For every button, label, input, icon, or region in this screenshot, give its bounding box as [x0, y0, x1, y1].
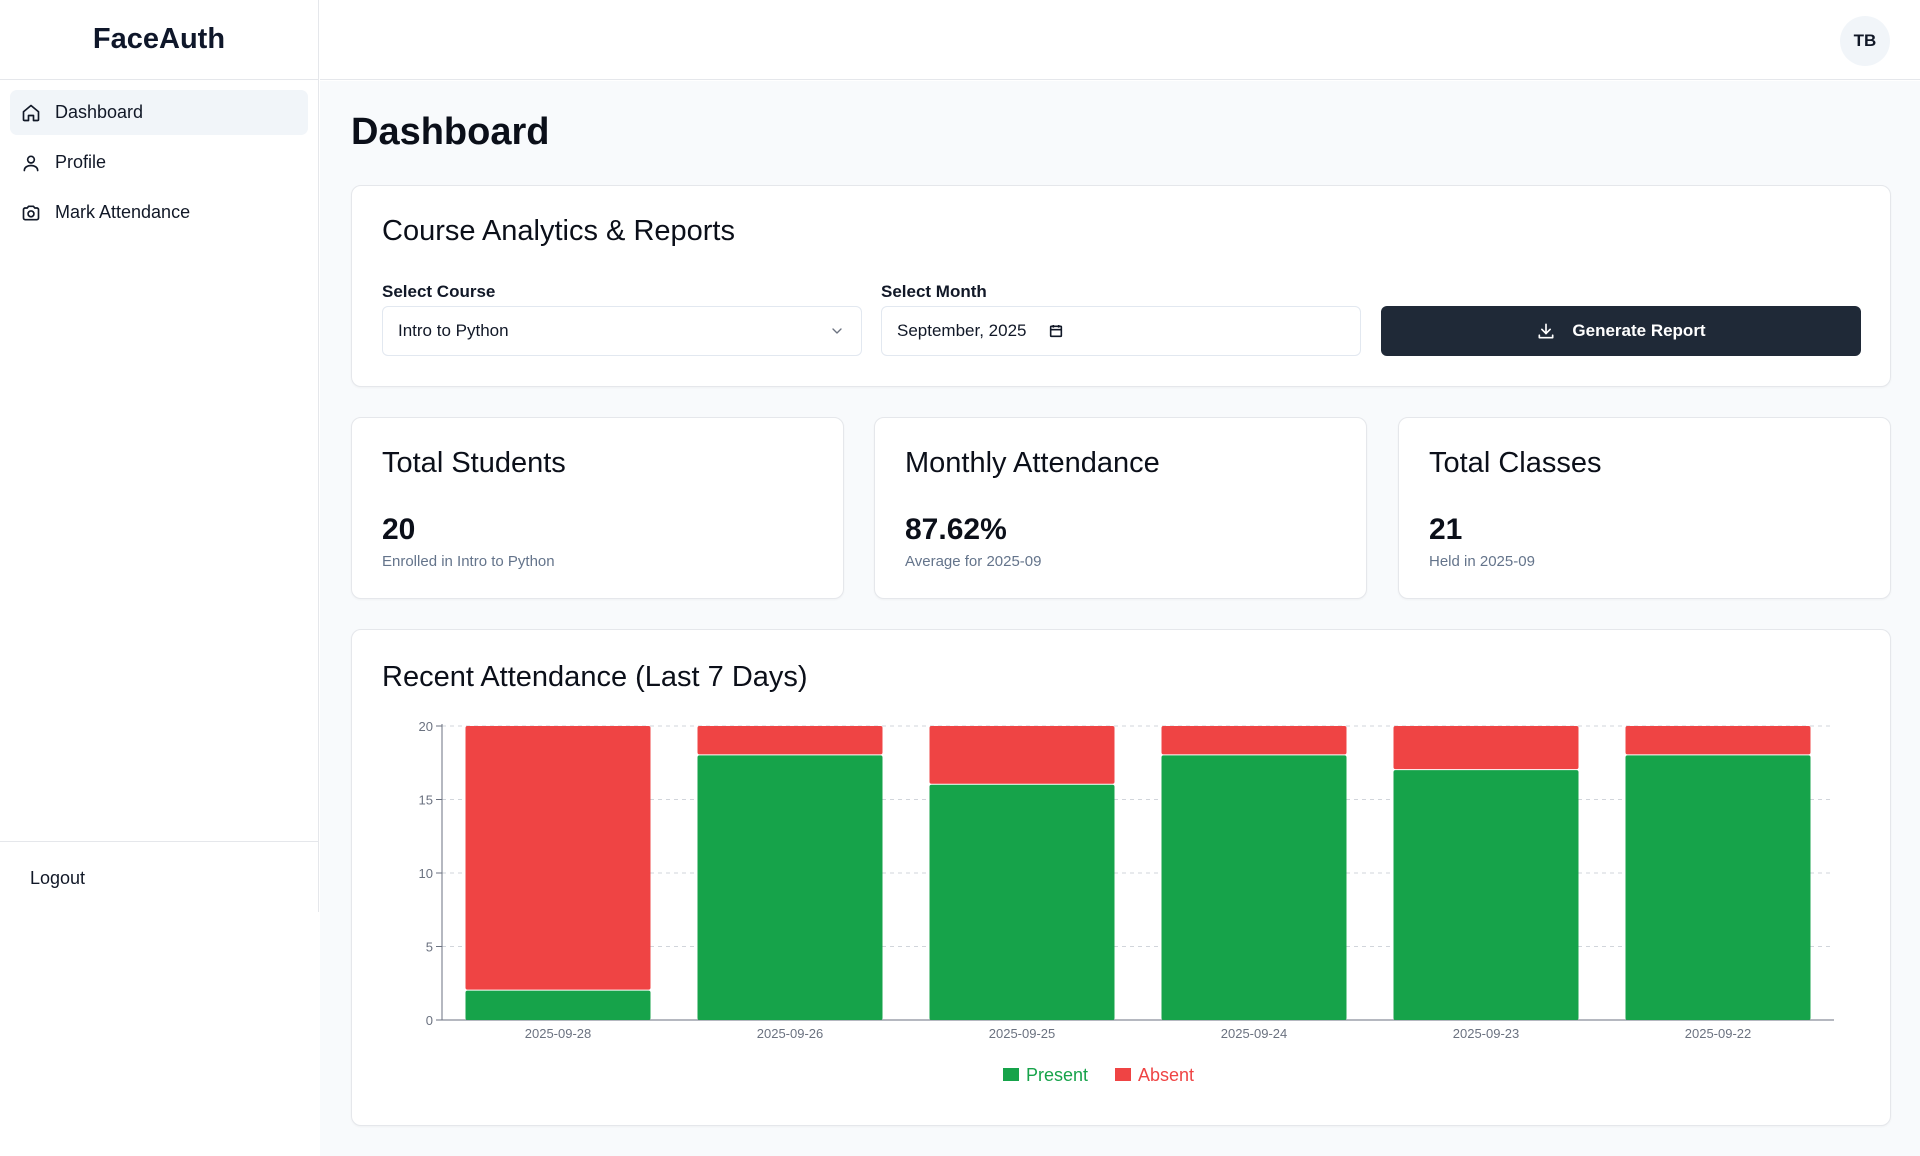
stat-subtext: Enrolled in Intro to Python: [382, 553, 555, 570]
recent-attendance-card: Recent Attendance (Last 7 Days) 0 5 10 15 20…: [351, 629, 1891, 1126]
camera-icon: [22, 205, 40, 220]
x-tick-label: 2025-09-22: [1685, 1026, 1752, 1041]
x-tick-label: 2025-09-25: [989, 1026, 1056, 1041]
filters-title: Course Analytics & Reports: [382, 215, 735, 247]
sidebar: FaceAuth Dashboard Profile Mark Attendan…: [0, 0, 319, 912]
analytics-filters-card: Course Analytics & Reports Select Course…: [351, 185, 1891, 387]
stat-value: 21: [1429, 513, 1463, 546]
sidebar-item-dashboard[interactable]: Dashboard: [10, 90, 308, 135]
chevron-down-icon: [832, 328, 842, 334]
x-tick-label: 2025-09-28: [525, 1026, 592, 1041]
course-label: Select Course: [382, 282, 496, 301]
logout-button[interactable]: Logout: [30, 868, 85, 889]
bar-absent: [465, 726, 651, 990]
stat-subtext: Held in 2025-09: [1429, 553, 1535, 570]
main-content: Dashboard Course Analytics & Reports Sel…: [320, 81, 1920, 1156]
sidebar-item-mark-attendance[interactable]: Mark Attendance: [10, 190, 308, 235]
calendar-icon[interactable]: [1048, 323, 1064, 339]
stat-subtext: Average for 2025-09: [905, 553, 1042, 570]
bar-absent: [1625, 726, 1811, 755]
stat-card-total-classes: Total Classes 21 Held in 2025-09: [1398, 417, 1891, 599]
brand-name: FaceAuth: [92, 23, 226, 55]
sidebar-nav: Dashboard Profile Mark Attendance: [0, 80, 318, 250]
x-tick-label: 2025-09-26: [757, 1026, 824, 1041]
avatar[interactable]: TB: [1840, 16, 1890, 66]
legend-label: Present: [1026, 1065, 1088, 1085]
x-tick-label: 2025-09-23: [1453, 1026, 1520, 1041]
download-icon: [1538, 323, 1554, 339]
sidebar-item-label: Profile: [55, 152, 107, 172]
bar-present: [929, 784, 1115, 1020]
y-tick-label: 20: [419, 719, 433, 734]
y-tick-label: 10: [419, 866, 433, 881]
bar-present: [1393, 770, 1579, 1020]
stat-card-total-students: Total Students 20 Enrolled in Intro to P…: [351, 417, 844, 599]
stat-title: Total Students: [382, 447, 566, 479]
generate-report-button[interactable]: Generate Report: [1381, 306, 1861, 356]
top-header: TB: [320, 0, 1920, 80]
course-select[interactable]: Intro to Python: [382, 306, 862, 356]
sidebar-item-label: Mark Attendance: [55, 202, 191, 222]
month-input-value: September, 2025: [897, 321, 1027, 340]
sidebar-item-profile[interactable]: Profile: [10, 140, 308, 185]
stat-value: 20: [382, 513, 416, 546]
stat-title: Monthly Attendance: [905, 447, 1160, 479]
bar-present: [697, 755, 883, 1020]
bar-absent: [929, 726, 1115, 784]
app: FaceAuth Dashboard Profile Mark Attendan…: [0, 0, 1920, 1156]
month-label: Select Month: [881, 282, 987, 301]
bar-present: [1161, 755, 1347, 1020]
y-tick-label: 0: [426, 1013, 433, 1028]
bar-absent: [697, 726, 883, 755]
x-tick-label: 2025-09-24: [1221, 1026, 1288, 1041]
bar-absent: [1161, 726, 1347, 755]
user-icon: [23, 155, 39, 171]
sidebar-footer: Logout: [0, 841, 318, 912]
generate-report-label: Generate Report: [1572, 321, 1706, 340]
home-icon: [22, 104, 40, 121]
bar-absent: [1393, 726, 1579, 770]
stat-card-monthly-attendance: Monthly Attendance 87.62% Average for 20…: [874, 417, 1367, 599]
page-title: Dashboard: [351, 111, 550, 153]
stat-title: Total Classes: [1429, 447, 1602, 479]
y-tick-label: 5: [426, 940, 433, 955]
attendance-bar-chart: 0 5 10 15 20 2025-09-28 2025-09-26 2025-09-25 20…: [419, 719, 1834, 1085]
month-input[interactable]: September, 2025: [881, 306, 1361, 356]
bar-present: [1625, 755, 1811, 1020]
legend-swatch: [1003, 1068, 1019, 1081]
legend-label: Absent: [1138, 1065, 1194, 1085]
bar-present: [465, 990, 651, 1020]
y-tick-label: 15: [419, 793, 433, 808]
legend-swatch: [1115, 1068, 1131, 1081]
stat-value: 87.62%: [905, 513, 1007, 546]
course-select-value: Intro to Python: [398, 321, 509, 340]
brand: FaceAuth: [0, 0, 318, 80]
sidebar-item-label: Dashboard: [55, 102, 144, 122]
